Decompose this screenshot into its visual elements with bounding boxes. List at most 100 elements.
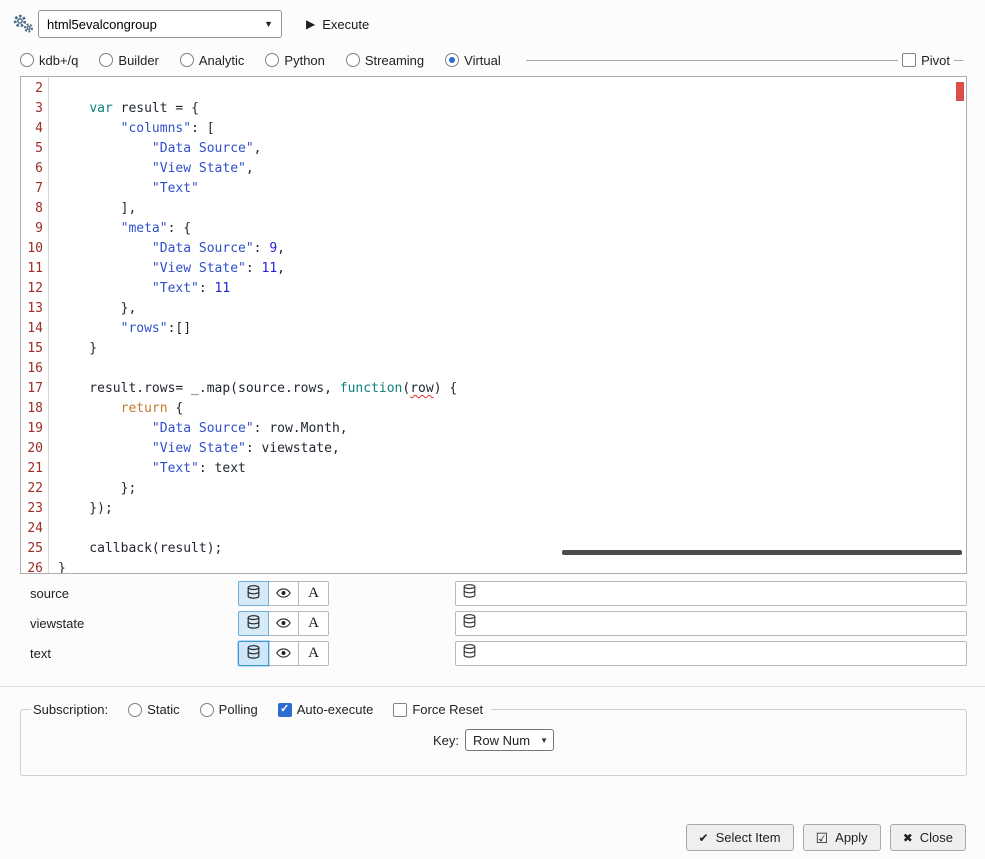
code-line[interactable] (58, 519, 966, 539)
subscription-radio-static[interactable]: Static (128, 702, 180, 717)
code-line[interactable]: "Text" (58, 179, 966, 199)
button-label: Apply (835, 830, 868, 845)
code-line[interactable]: "View State": 11, (58, 259, 966, 279)
code-line[interactable]: "View State", (58, 159, 966, 179)
line-number: 5 (21, 139, 43, 159)
force-reset-checkbox[interactable]: Force Reset (393, 702, 483, 717)
code-line[interactable]: } (58, 339, 966, 359)
code-line[interactable]: result.rows= _.map(source.rows, function… (58, 379, 966, 399)
code-line[interactable]: "rows":[] (58, 319, 966, 339)
mode-radio-label: Streaming (365, 53, 424, 68)
apply-button[interactable]: Apply (803, 824, 881, 851)
select-item-button[interactable]: Select Item (686, 824, 794, 851)
execute-button[interactable]: ▶ Execute (306, 10, 369, 38)
checkbox-icon (278, 703, 292, 717)
option-label: Auto-execute (297, 702, 374, 717)
code-line[interactable]: callback(result); (58, 539, 966, 559)
code-line[interactable]: "columns": [ (58, 119, 966, 139)
mode-radio-label: Builder (118, 53, 158, 68)
code-line[interactable]: }; (58, 479, 966, 499)
line-number: 20 (21, 439, 43, 459)
line-number: 22 (21, 479, 43, 499)
code-line[interactable]: "Data Source": 9, (58, 239, 966, 259)
datasource-toggle-button[interactable] (238, 641, 269, 666)
mapping-value-input[interactable] (455, 581, 967, 606)
settings-gears-icon[interactable] (11, 13, 35, 40)
line-number: 19 (21, 419, 43, 439)
line-number: 18 (21, 399, 43, 419)
pivot-checkbox[interactable]: Pivot (902, 53, 950, 68)
code-line[interactable]: }); (58, 499, 966, 519)
mapping-label: viewstate (20, 616, 238, 631)
mapping-label: source (20, 586, 238, 601)
datasource-toggle-button[interactable] (238, 611, 269, 636)
mapping-button-group: A (238, 641, 329, 666)
text-mode-button[interactable]: A (298, 611, 329, 636)
data-editor-panel: html5evalcongroup ▼ ▶ Execute kdb+/q Bui… (0, 0, 985, 859)
option-label: Static (147, 702, 180, 717)
mode-radio-virtual[interactable]: Virtual (445, 53, 501, 68)
text-mode-button[interactable]: A (298, 641, 329, 666)
code-line[interactable]: "Data Source", (58, 139, 966, 159)
line-number: 25 (21, 539, 43, 559)
mode-radio-kdbq[interactable]: kdb+/q (20, 53, 78, 68)
mode-radio-python[interactable]: Python (265, 53, 324, 68)
checkbox-icon (393, 703, 407, 717)
line-number: 12 (21, 279, 43, 299)
checkbox-checked-icon (816, 831, 829, 845)
radio-icon (265, 53, 279, 67)
text-mode-button[interactable]: A (298, 581, 329, 606)
mode-radio-builder[interactable]: Builder (99, 53, 158, 68)
letter-a-icon: A (308, 586, 319, 601)
key-select-value: Row Num (473, 733, 530, 748)
mode-radio-streaming[interactable]: Streaming (346, 53, 424, 68)
mapping-row-text: text A (20, 640, 967, 667)
eye-icon (276, 616, 291, 631)
option-label: Polling (219, 702, 258, 717)
line-number: 9 (21, 219, 43, 239)
key-row: Key: Row Num ▼ (31, 729, 956, 751)
button-label: Close (920, 830, 953, 845)
code-line[interactable] (58, 79, 966, 99)
horizontal-scrollbar-thumb[interactable] (562, 550, 962, 555)
code-line[interactable]: }, (58, 299, 966, 319)
editor-code[interactable]: var result = { "columns": [ "Data Source… (49, 77, 966, 573)
code-line[interactable]: } (58, 559, 966, 573)
mode-radio-analytic[interactable]: Analytic (180, 53, 245, 68)
button-label: Select Item (716, 830, 781, 845)
line-number: 13 (21, 299, 43, 319)
pivot-label: Pivot (921, 53, 950, 68)
chevron-down-icon: ▼ (540, 736, 548, 745)
subscription-section: Subscription: Static Polling Auto-execut… (20, 702, 967, 776)
scrollbar-annotation-marker[interactable] (956, 82, 964, 101)
code-line[interactable]: ], (58, 199, 966, 219)
radio-icon (445, 53, 459, 67)
datasource-toggle-button[interactable] (238, 581, 269, 606)
key-select[interactable]: Row Num ▼ (465, 729, 554, 751)
visibility-toggle-button[interactable] (268, 611, 299, 636)
close-button[interactable]: Close (890, 824, 966, 851)
code-line[interactable]: "View State": viewstate, (58, 439, 966, 459)
code-line[interactable]: "Text": text (58, 459, 966, 479)
line-number: 3 (21, 99, 43, 119)
code-editor[interactable]: 2345678910111213141516171819202122232425… (20, 76, 967, 574)
subscription-radio-polling[interactable]: Polling (200, 702, 258, 717)
group-select-value: html5evalcongroup (47, 17, 157, 32)
code-line[interactable]: "meta": { (58, 219, 966, 239)
code-line[interactable]: "Text": 11 (58, 279, 966, 299)
line-number: 4 (21, 119, 43, 139)
visibility-toggle-button[interactable] (268, 581, 299, 606)
auto-execute-checkbox[interactable]: Auto-execute (278, 702, 374, 717)
database-icon (463, 584, 476, 603)
code-line[interactable]: "Data Source": row.Month, (58, 419, 966, 439)
visibility-toggle-button[interactable] (268, 641, 299, 666)
mapping-value-input[interactable] (455, 611, 967, 636)
code-line[interactable]: var result = { (58, 99, 966, 119)
mapping-value-input[interactable] (455, 641, 967, 666)
mapping-button-group: A (238, 581, 329, 606)
code-line[interactable]: return { (58, 399, 966, 419)
code-line[interactable] (58, 359, 966, 379)
line-number: 7 (21, 179, 43, 199)
key-label: Key: (433, 733, 459, 748)
group-select[interactable]: html5evalcongroup ▼ (38, 10, 282, 38)
